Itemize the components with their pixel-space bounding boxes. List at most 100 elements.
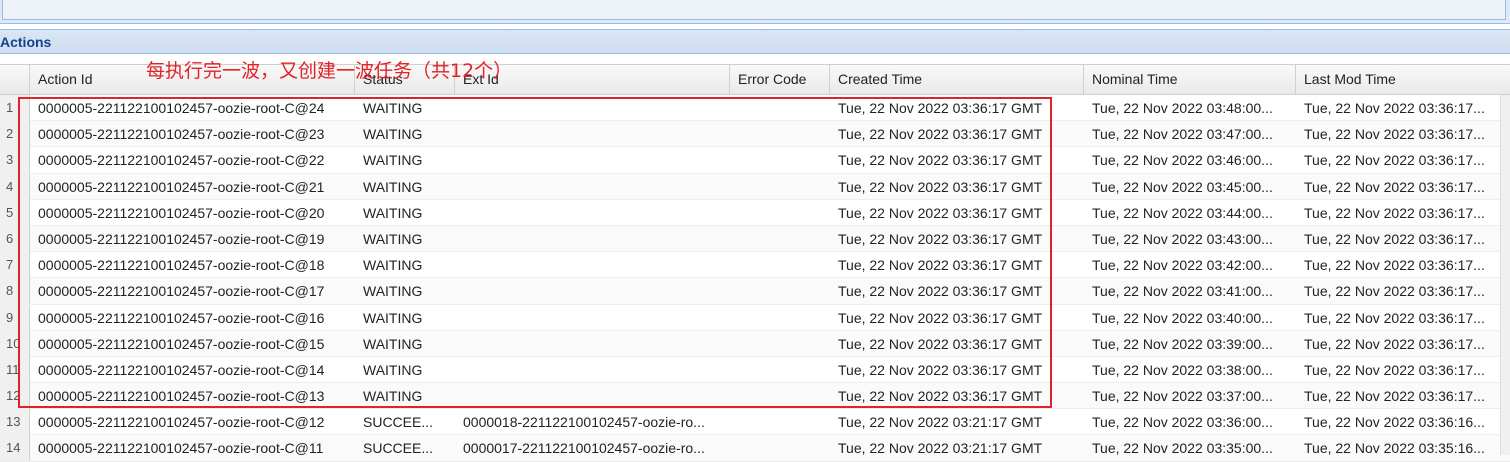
cell-ext-id [455, 147, 730, 173]
cell-nominal-time: Tue, 22 Nov 2022 03:44:00... [1092, 204, 1273, 221]
cell-error-code [730, 95, 830, 121]
table-row[interactable]: 6 0000005-221122100102457-oozie-root-C@19… [0, 225, 1510, 253]
cell-ext-id [455, 252, 730, 278]
column-header-nominal-time[interactable]: Nominal Time [1084, 65, 1296, 94]
cell-error-code [730, 278, 830, 304]
table-row[interactable]: 12 0000005-221122100102457-oozie-root-C@1… [0, 383, 1510, 410]
table-row[interactable]: 4 0000005-221122100102457-oozie-root-C@21… [0, 173, 1510, 200]
cell-ext-id [455, 121, 730, 147]
cell-last-mod-time: Tue, 22 Nov 2022 03:35:16... [1304, 440, 1485, 457]
table-row[interactable]: 1 0000005-221122100102457-oozie-root-C@24… [0, 95, 1510, 122]
column-header-error-code[interactable]: Error Code [730, 65, 830, 94]
cell-status: WAITING [363, 335, 423, 352]
cell-error-code [730, 409, 830, 435]
cell-created-time: Tue, 22 Nov 2022 03:36:17 GMT [838, 361, 1043, 378]
cell-last-mod-time: Tue, 22 Nov 2022 03:36:17... [1304, 335, 1485, 352]
cell-action-id: 0000005-221122100102457-oozie-root-C@14 [38, 361, 325, 378]
cell-action-id: 0000005-221122100102457-oozie-root-C@16 [38, 309, 325, 326]
table-row[interactable]: 5 0000005-221122100102457-oozie-root-C@20… [0, 199, 1510, 226]
cell-error-code [730, 331, 830, 357]
table-row[interactable]: 3 0000005-221122100102457-oozie-root-C@22… [0, 147, 1510, 174]
cell-last-mod-time: Tue, 22 Nov 2022 03:36:17... [1304, 178, 1485, 195]
cell-status: WAITING [363, 126, 423, 143]
vertical-scrollbar[interactable] [1500, 95, 1510, 455]
cell-status: WAITING [363, 100, 423, 116]
cell-ext-id [455, 278, 730, 304]
row-number: 2 [0, 121, 30, 148]
rownum-header [0, 65, 30, 94]
cell-nominal-time: Tue, 22 Nov 2022 03:37:00... [1092, 388, 1273, 405]
cell-ext-id [455, 200, 730, 226]
cell-nominal-time: Tue, 22 Nov 2022 03:43:00... [1092, 230, 1273, 247]
table-row[interactable]: 14 0000005-221122100102457-oozie-root-C@1… [0, 435, 1510, 462]
cell-error-code [730, 357, 830, 383]
cell-status: WAITING [363, 361, 423, 378]
cell-created-time: Tue, 22 Nov 2022 03:36:17 GMT [838, 178, 1043, 195]
table-row[interactable]: 2 0000005-221122100102457-oozie-root-C@23… [0, 121, 1510, 148]
cell-last-mod-time: Tue, 22 Nov 2022 03:36:17... [1304, 204, 1485, 221]
cell-created-time: Tue, 22 Nov 2022 03:21:17 GMT [838, 440, 1043, 457]
table-row[interactable]: 9 0000005-221122100102457-oozie-root-C@16… [0, 304, 1510, 331]
column-header-last-mod-time[interactable]: Last Mod Time [1296, 65, 1510, 94]
cell-error-code [730, 121, 830, 147]
cell-nominal-time: Tue, 22 Nov 2022 03:39:00... [1092, 335, 1273, 352]
cell-action-id: 0000005-221122100102457-oozie-root-C@21 [38, 178, 325, 195]
cell-last-mod-time: Tue, 22 Nov 2022 03:36:17... [1304, 283, 1485, 300]
row-number: 7 [0, 252, 30, 279]
cell-action-id: 0000005-221122100102457-oozie-root-C@23 [38, 126, 325, 143]
cell-last-mod-time: Tue, 22 Nov 2022 03:36:17... [1304, 100, 1485, 116]
cell-error-code [730, 147, 830, 173]
cell-status: WAITING [363, 230, 423, 247]
cell-nominal-time: Tue, 22 Nov 2022 03:38:00... [1092, 361, 1273, 378]
cell-error-code [730, 383, 830, 409]
column-header-created-time[interactable]: Created Time [830, 65, 1084, 94]
cell-last-mod-time: Tue, 22 Nov 2022 03:36:16... [1304, 414, 1485, 431]
row-number: 1 [0, 95, 30, 121]
cell-nominal-time: Tue, 22 Nov 2022 03:45:00... [1092, 178, 1273, 195]
cell-status: WAITING [363, 283, 423, 300]
cell-nominal-time: Tue, 22 Nov 2022 03:42:00... [1092, 257, 1273, 274]
cell-created-time: Tue, 22 Nov 2022 03:36:17 GMT [838, 309, 1043, 326]
cell-nominal-time: Tue, 22 Nov 2022 03:41:00... [1092, 283, 1273, 300]
cell-last-mod-time: Tue, 22 Nov 2022 03:36:17... [1304, 126, 1485, 143]
grid-body: 1 0000005-221122100102457-oozie-root-C@24… [0, 95, 1510, 462]
cell-status: SUCCEE... [363, 414, 434, 431]
row-number: 6 [0, 225, 30, 252]
cell-action-id: 0000005-221122100102457-oozie-root-C@18 [38, 257, 325, 274]
table-row[interactable]: 8 0000005-221122100102457-oozie-root-C@17… [0, 278, 1510, 305]
cell-action-id: 0000005-221122100102457-oozie-root-C@19 [38, 230, 325, 247]
cell-error-code [730, 435, 830, 461]
cell-status: WAITING [363, 309, 423, 326]
row-number: 9 [0, 304, 30, 331]
cell-created-time: Tue, 22 Nov 2022 03:36:17 GMT [838, 230, 1043, 247]
cell-error-code [730, 305, 830, 331]
table-row[interactable]: 7 0000005-221122100102457-oozie-root-C@18… [0, 252, 1510, 279]
cell-nominal-time: Tue, 22 Nov 2022 03:35:00... [1092, 440, 1273, 457]
cell-ext-id [455, 331, 730, 357]
cell-created-time: Tue, 22 Nov 2022 03:36:17 GMT [838, 152, 1043, 169]
cell-ext-id: 0000018-221122100102457-oozie-ro... [463, 414, 705, 431]
cell-last-mod-time: Tue, 22 Nov 2022 03:36:17... [1304, 257, 1485, 274]
cell-last-mod-time: Tue, 22 Nov 2022 03:36:17... [1304, 361, 1485, 378]
row-number: 11 [0, 356, 30, 383]
cell-created-time: Tue, 22 Nov 2022 03:36:17 GMT [838, 257, 1043, 274]
row-number: 5 [0, 199, 30, 226]
actions-panel-header[interactable]: Actions [0, 29, 1510, 54]
cell-nominal-time: Tue, 22 Nov 2022 03:40:00... [1092, 309, 1273, 326]
cell-nominal-time: Tue, 22 Nov 2022 03:36:00... [1092, 414, 1273, 431]
cell-ext-id: 0000017-221122100102457-oozie-ro... [463, 440, 705, 457]
row-number: 3 [0, 147, 30, 174]
cell-last-mod-time: Tue, 22 Nov 2022 03:36:17... [1304, 152, 1485, 169]
table-row[interactable]: 11 0000005-221122100102457-oozie-root-C@1… [0, 356, 1510, 384]
cell-created-time: Tue, 22 Nov 2022 03:36:17 GMT [838, 126, 1043, 143]
table-row[interactable]: 10 0000005-221122100102457-oozie-root-C@1… [0, 330, 1510, 357]
cell-error-code [730, 174, 830, 200]
row-number: 13 [0, 409, 30, 436]
cell-action-id: 0000005-221122100102457-oozie-root-C@15 [38, 335, 325, 352]
cell-error-code [730, 252, 830, 278]
cell-nominal-time: Tue, 22 Nov 2022 03:48:00... [1092, 100, 1273, 116]
cell-created-time: Tue, 22 Nov 2022 03:36:17 GMT [838, 100, 1043, 116]
row-number: 12 [0, 383, 30, 410]
cell-action-id: 0000005-221122100102457-oozie-root-C@22 [38, 152, 325, 169]
table-row[interactable]: 13 0000005-221122100102457-oozie-root-C@1… [0, 409, 1510, 436]
